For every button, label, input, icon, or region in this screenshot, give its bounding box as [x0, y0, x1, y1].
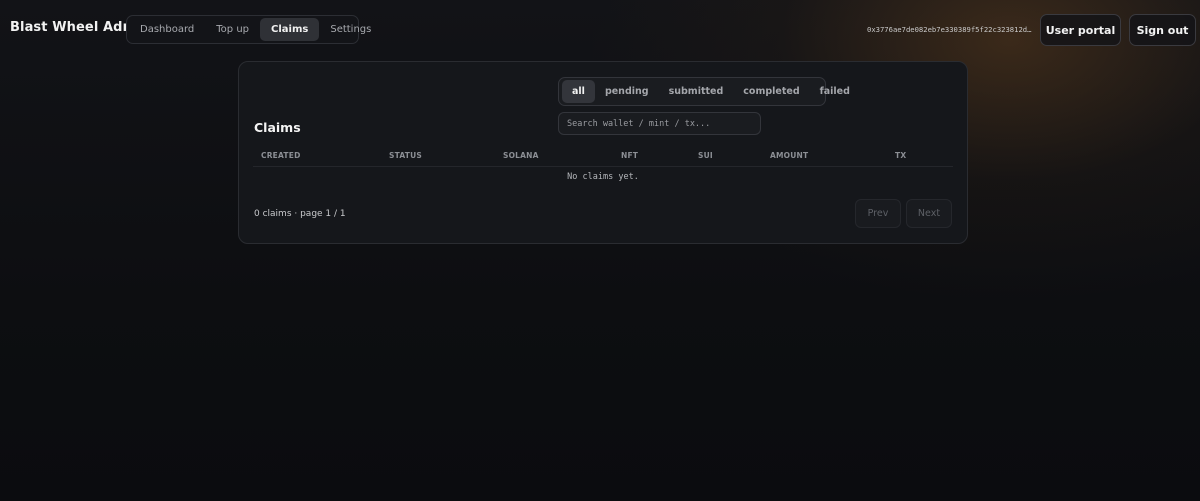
filter-all[interactable]: all: [562, 80, 595, 103]
table-header: CREATED STATUS SOLANA NFT SUI AMOUNT TX: [253, 146, 953, 167]
nav-tab-dashboard[interactable]: Dashboard: [129, 18, 205, 41]
user-portal-button[interactable]: User portal: [1040, 14, 1121, 46]
column-header-nft: NFT: [621, 151, 639, 160]
column-header-solana: SOLANA: [503, 151, 539, 160]
prev-page-button[interactable]: Prev: [855, 199, 901, 228]
column-header-sui: SUI: [698, 151, 713, 160]
nav-tab-top-up[interactable]: Top up: [205, 18, 260, 41]
nav-tab-claims[interactable]: Claims: [260, 18, 320, 41]
column-header-status: STATUS: [389, 151, 422, 160]
search-input[interactable]: [558, 112, 761, 135]
next-page-button[interactable]: Next: [906, 199, 952, 228]
empty-state-message: No claims yet.: [567, 172, 639, 182]
wallet-address: 0x3776ae7de082eb7e330389f5f22c323812d4..…: [867, 25, 1033, 34]
sign-out-button[interactable]: Sign out: [1129, 14, 1196, 46]
filter-submitted[interactable]: submitted: [659, 80, 734, 103]
claims-panel: all pending submitted completed failed C…: [238, 61, 968, 244]
filter-completed[interactable]: completed: [733, 80, 809, 103]
column-header-amount: AMOUNT: [770, 151, 809, 160]
filter-failed[interactable]: failed: [810, 80, 860, 103]
pagination-info: 0 claims · page 1 / 1: [254, 209, 346, 219]
main-nav: Dashboard Top up Claims Settings: [126, 15, 371, 44]
column-header-tx: TX: [895, 151, 907, 160]
claims-title: Claims: [254, 120, 301, 135]
column-header-created: CREATED: [261, 151, 301, 160]
filter-pending[interactable]: pending: [595, 80, 659, 103]
nav-tab-settings[interactable]: Settings: [319, 18, 382, 41]
status-filter-group: all pending submitted completed failed: [558, 77, 850, 106]
